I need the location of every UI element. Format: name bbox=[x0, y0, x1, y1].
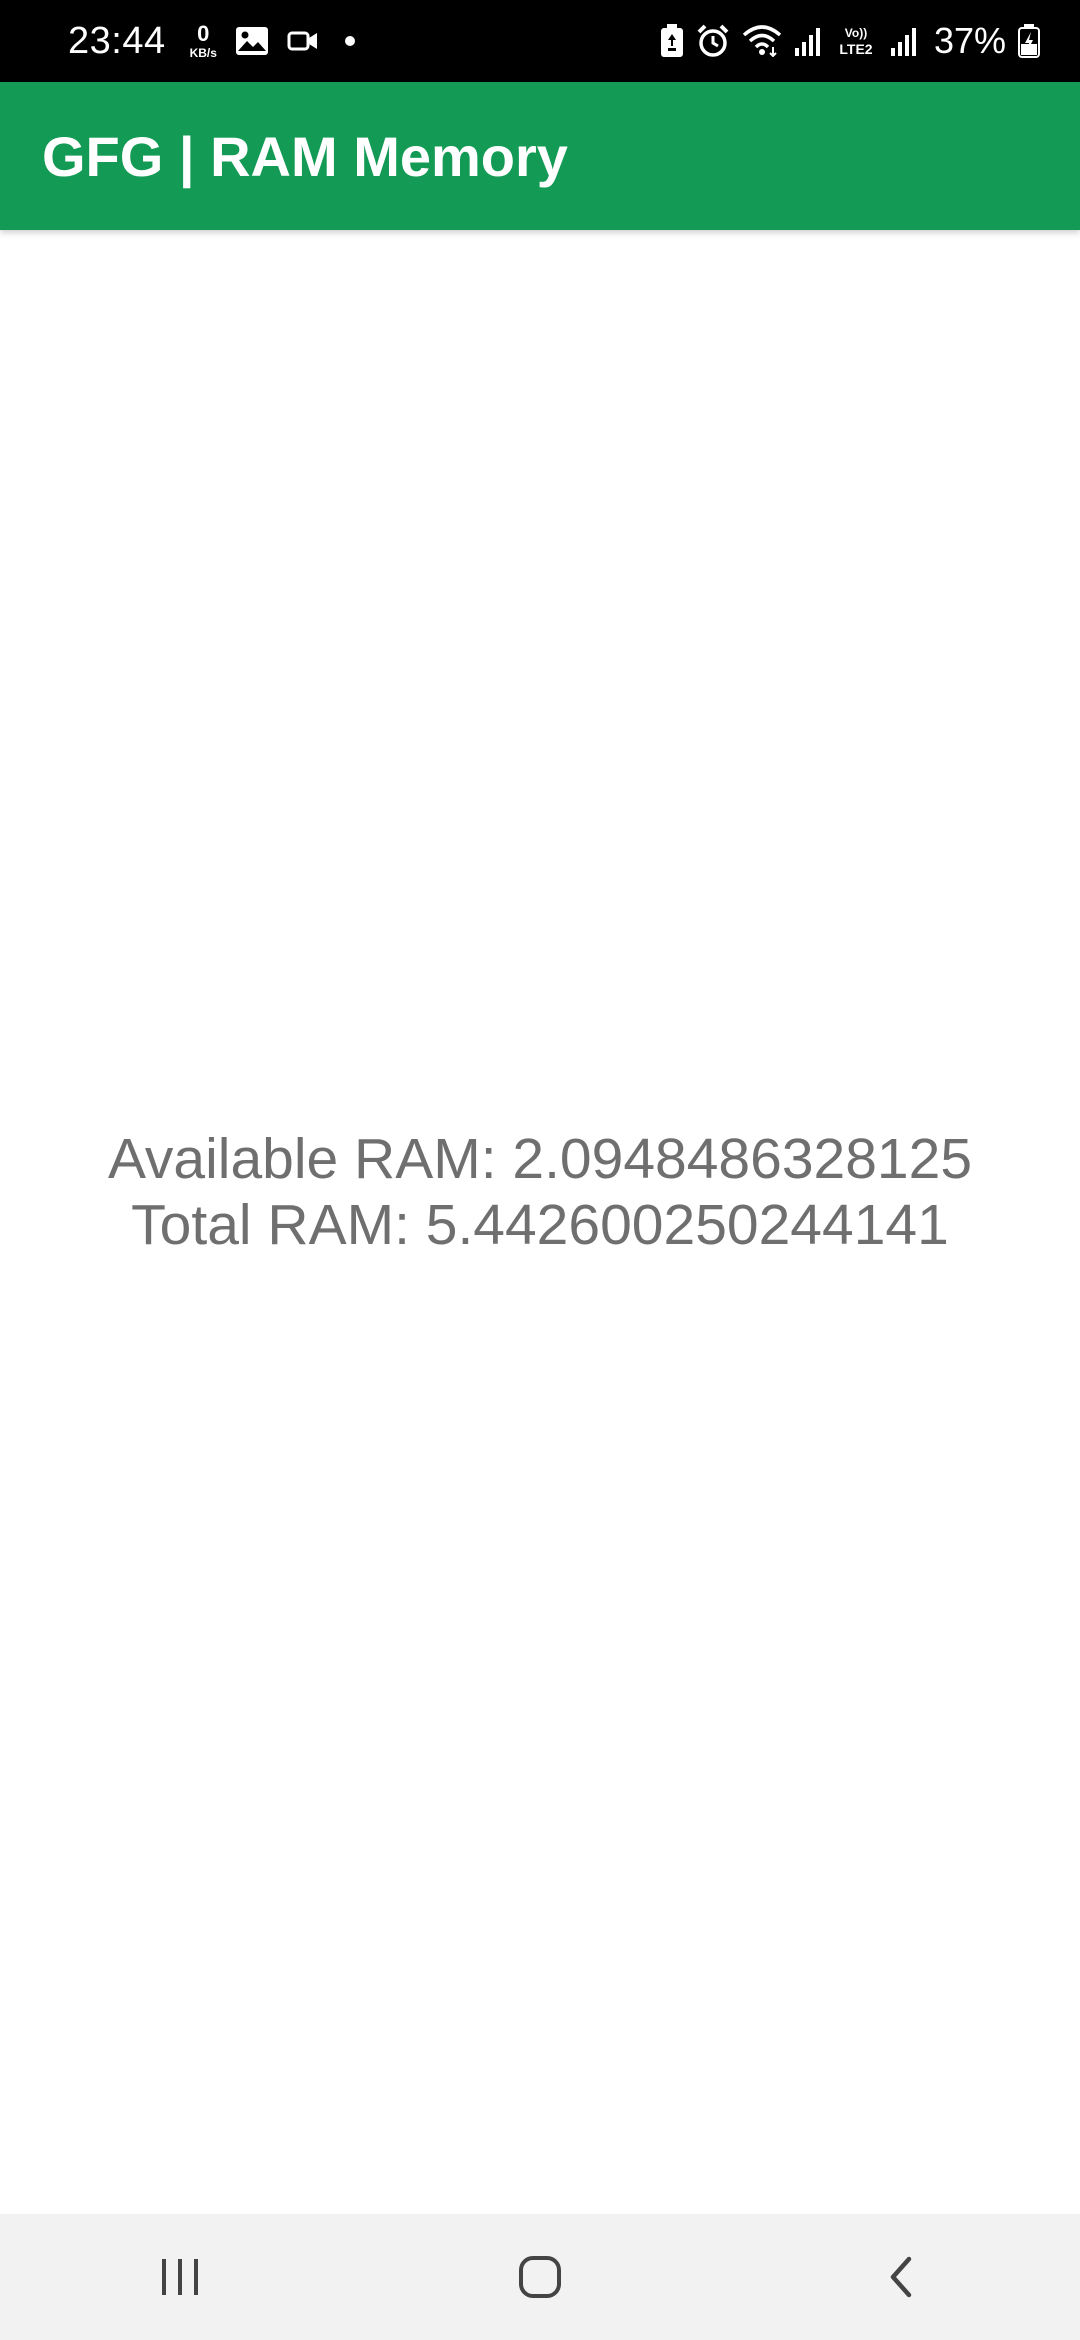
home-button[interactable] bbox=[480, 2227, 600, 2327]
app-bar: GFG | RAM Memory bbox=[0, 82, 1080, 230]
net-speed-indicator: 0 KB/s bbox=[189, 21, 217, 60]
notification-dot bbox=[344, 36, 355, 46]
net-speed-value: 0 bbox=[197, 21, 210, 46]
battery-percentage: 37% bbox=[933, 20, 1006, 61]
recents-icon bbox=[158, 2257, 202, 2297]
status-left: 23:44 0 KB/s bbox=[68, 20, 355, 63]
main-content: Available RAM: 2.0948486328125 Total RAM… bbox=[0, 230, 1080, 2214]
battery-saver-icon bbox=[660, 24, 684, 58]
signal-icon-2 bbox=[890, 26, 918, 56]
navigation-bar bbox=[0, 2214, 1080, 2340]
net-speed-unit: KB/s bbox=[189, 46, 217, 60]
screen: 23:44 0 KB/s Vo)) LTE2 37% GFG | RAM Mem… bbox=[0, 0, 1080, 2340]
alarm-icon bbox=[696, 24, 730, 58]
total-ram-text: Total RAM: 5.442600250244141 bbox=[131, 1193, 949, 1257]
svg-text:LTE2: LTE2 bbox=[839, 41, 872, 57]
status-time: 23:44 bbox=[68, 19, 166, 62]
volte-lte2-icon: Vo)) LTE2 bbox=[834, 24, 878, 58]
svg-text:Vo)): Vo)) bbox=[845, 26, 867, 40]
wifi-icon bbox=[742, 25, 782, 57]
ram-info-text: Available RAM: 2.0948486328125 Total RAM… bbox=[108, 1126, 972, 1258]
gallery-icon bbox=[235, 26, 269, 56]
battery-charging-icon bbox=[1018, 24, 1040, 58]
video-icon bbox=[287, 29, 319, 53]
signal-icon bbox=[794, 26, 822, 56]
back-button[interactable] bbox=[840, 2227, 960, 2327]
back-icon bbox=[885, 2255, 915, 2299]
available-ram-text: Available RAM: 2.0948486328125 bbox=[107, 1127, 973, 1191]
recents-button[interactable] bbox=[120, 2227, 240, 2327]
status-bar: 23:44 0 KB/s Vo)) LTE2 37% bbox=[0, 0, 1080, 82]
home-icon bbox=[518, 2255, 562, 2299]
app-title: GFG | RAM Memory bbox=[42, 124, 568, 188]
status-right: Vo)) LTE2 37% bbox=[660, 20, 1040, 62]
